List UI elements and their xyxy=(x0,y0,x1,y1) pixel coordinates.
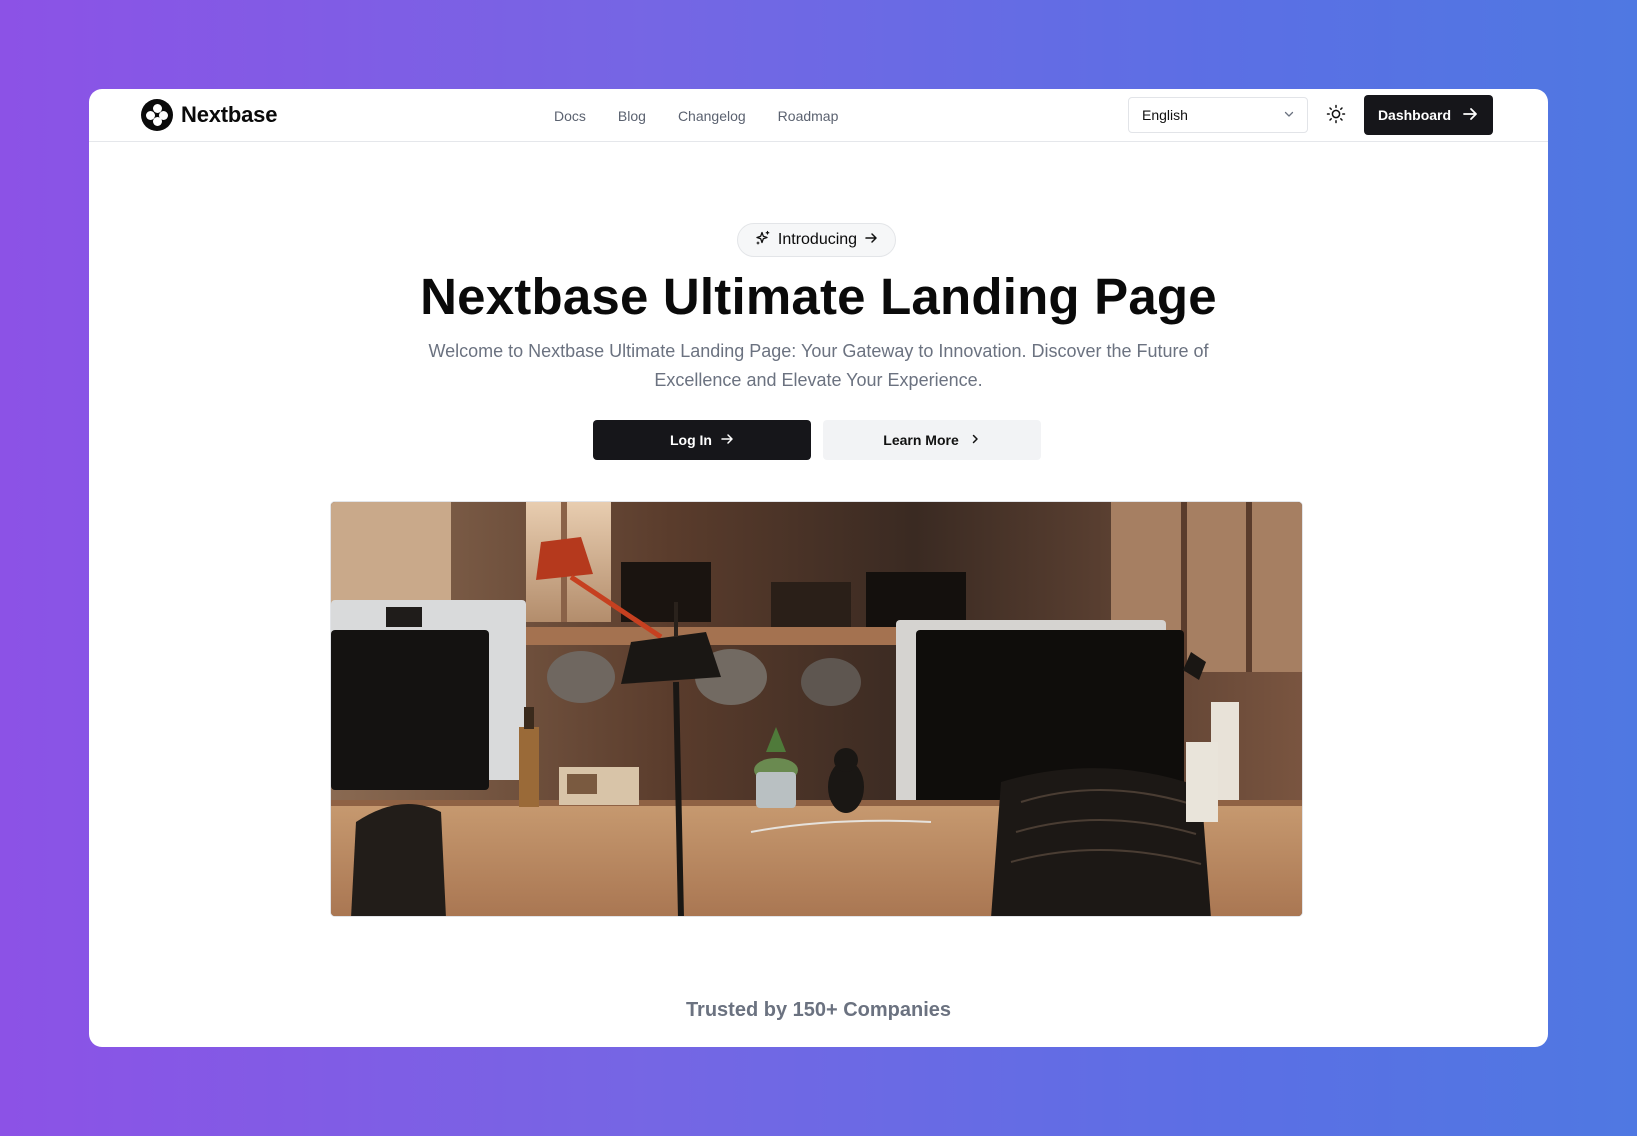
arrow-right-icon xyxy=(1461,105,1479,126)
office-workspace-photo xyxy=(330,501,1303,917)
sun-icon xyxy=(1326,104,1346,127)
sparkles-icon xyxy=(755,230,771,251)
badge-label: Introducing xyxy=(777,231,858,248)
main-nav: Docs Blog Changelog Roadmap xyxy=(554,89,838,142)
hero-title: Nextbase Ultimate Landing Page xyxy=(420,268,1217,325)
arrow-right-icon xyxy=(720,432,734,449)
learn-more-button-label: Learn More xyxy=(883,432,959,448)
arrow-right-icon xyxy=(864,231,878,250)
nav-link-roadmap[interactable]: Roadmap xyxy=(778,108,839,124)
introducing-badge[interactable]: Introducing xyxy=(737,223,896,257)
chevron-right-icon xyxy=(969,432,981,448)
brand-name: Nextbase xyxy=(181,102,278,127)
site-header: Nextbase Docs Blog Changelog Roadmap Eng… xyxy=(89,89,1548,142)
chevron-down-icon xyxy=(1283,107,1295,123)
language-select[interactable]: English xyxy=(1128,97,1308,133)
brand-logo-link[interactable]: Nextbase xyxy=(141,99,277,131)
dashboard-button-label: Dashboard xyxy=(1377,107,1452,123)
dashboard-button[interactable]: Dashboard xyxy=(1364,95,1493,135)
nav-link-changelog[interactable]: Changelog xyxy=(678,108,746,124)
hero-subtitle: Welcome to Nextbase Ultimate Landing Pag… xyxy=(428,341,1209,390)
nav-link-docs[interactable]: Docs xyxy=(554,108,586,124)
nav-link-blog[interactable]: Blog xyxy=(618,108,646,124)
language-select-value: English xyxy=(1142,107,1188,123)
theme-toggle-button[interactable] xyxy=(1324,103,1348,127)
browser-window: Nextbase Docs Blog Changelog Roadmap Eng… xyxy=(89,89,1548,1047)
learn-more-button[interactable]: Learn More xyxy=(823,420,1041,460)
login-button-label: Log In xyxy=(670,432,712,448)
nextbase-logo-icon xyxy=(141,99,173,131)
login-button[interactable]: Log In xyxy=(593,420,811,460)
trusted-by-heading: Trusted by 150+ Companies xyxy=(685,999,952,1021)
